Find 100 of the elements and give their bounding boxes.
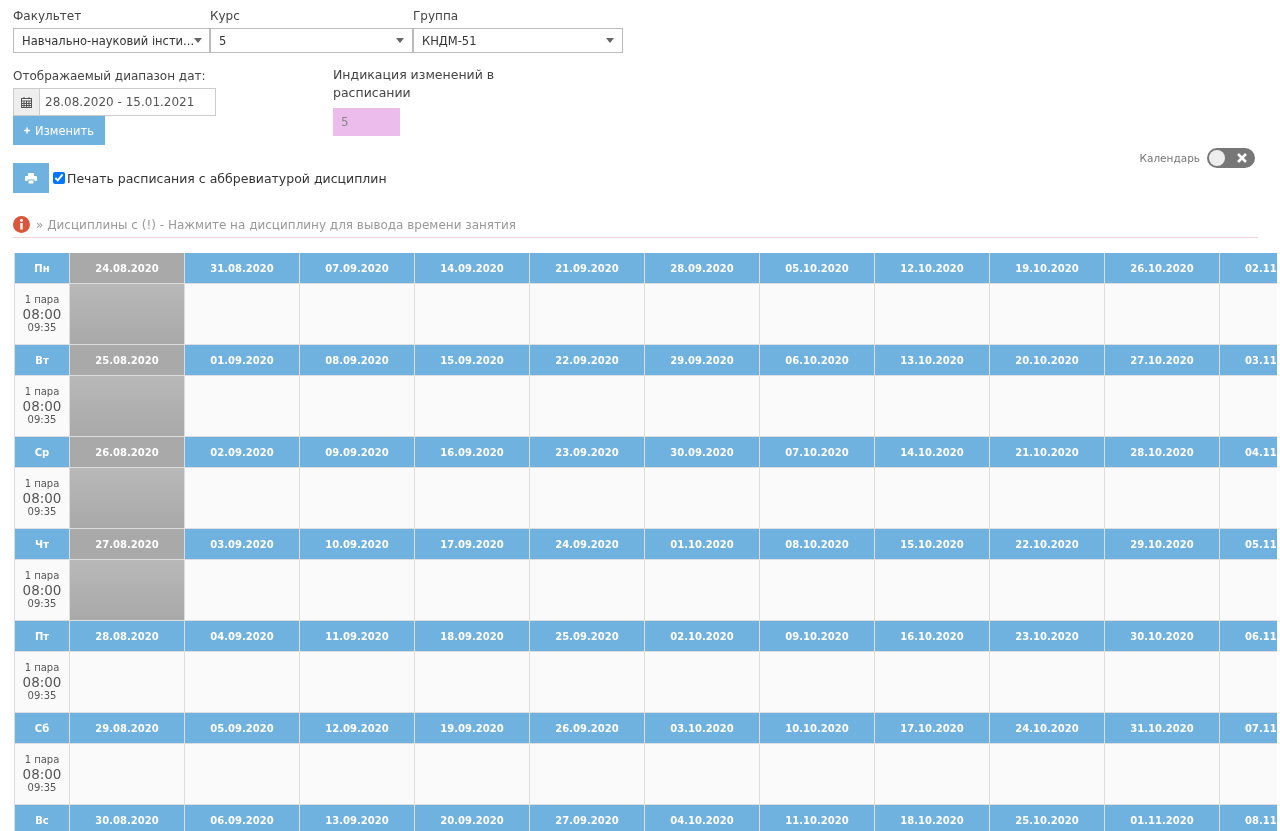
date-header: 05.11 xyxy=(1220,529,1277,560)
date-header: 31.10.2020 xyxy=(1105,713,1220,744)
date-header: 01.09.2020 xyxy=(185,345,300,376)
date-header: 07.09.2020 xyxy=(300,253,415,284)
time-slot: 1 пара 08:00 09:35 xyxy=(15,284,70,345)
dropdown[interactable]: КНДМ-51 xyxy=(413,28,623,53)
date-header: 18.09.2020 xyxy=(415,621,530,652)
date-header: 24.08.2020 xyxy=(70,253,185,284)
changes-indicator: 5 xyxy=(333,108,400,136)
day-header: Вс xyxy=(15,805,70,831)
close-icon xyxy=(1237,153,1247,163)
time-slot: 1 пара 08:00 09:35 xyxy=(15,560,70,621)
date-header: 27.08.2020 xyxy=(70,529,185,560)
calendar-icon xyxy=(21,96,32,108)
date-header: 29.08.2020 xyxy=(70,713,185,744)
checkbox-label: Печать расписания с аббревиатурой дисциплин xyxy=(67,170,387,186)
day-header: Вт xyxy=(15,345,70,376)
date-header: 11.10.2020 xyxy=(760,805,875,831)
time-slot: 1 пара 08:00 09:35 xyxy=(15,468,70,529)
date-header: 08.09.2020 xyxy=(300,345,415,376)
date-header: 19.09.2020 xyxy=(415,713,530,744)
date-header: 25.10.2020 xyxy=(990,805,1105,831)
date-header: 23.09.2020 xyxy=(530,437,645,468)
date-header: 19.10.2020 xyxy=(990,253,1105,284)
date-header: 10.10.2020 xyxy=(760,713,875,744)
calendar-switch[interactable] xyxy=(1207,148,1255,168)
date-header: 18.10.2020 xyxy=(875,805,990,831)
date-header: 30.08.2020 xyxy=(70,805,185,831)
date-header: 01.10.2020 xyxy=(645,529,760,560)
date-header: 07.11 xyxy=(1220,713,1277,744)
field-label: Факультет xyxy=(13,8,83,25)
time-slot: 1 пара 08:00 09:35 xyxy=(15,652,70,713)
date-header: 22.09.2020 xyxy=(530,345,645,376)
date-header: 27.10.2020 xyxy=(1105,345,1220,376)
date-header: 04.11 xyxy=(1220,437,1277,468)
day-header: Чт xyxy=(15,529,70,560)
date-header: 05.10.2020 xyxy=(760,253,875,284)
plus-icon xyxy=(24,126,31,135)
date-header: 02.10.2020 xyxy=(645,621,760,652)
day-header: Ср xyxy=(15,437,70,468)
print-checkbox[interactable] xyxy=(53,172,65,184)
print-button[interactable] xyxy=(13,163,49,193)
date-header: 24.10.2020 xyxy=(990,713,1105,744)
date-header: 16.10.2020 xyxy=(875,621,990,652)
date-header: 28.09.2020 xyxy=(645,253,760,284)
date-header: 22.10.2020 xyxy=(990,529,1105,560)
date-header: 25.09.2020 xyxy=(530,621,645,652)
time-slot: 1 пара 08:00 09:35 xyxy=(15,376,70,437)
date-header: 14.09.2020 xyxy=(415,253,530,284)
date-header: 26.08.2020 xyxy=(70,437,185,468)
date-header: 26.09.2020 xyxy=(530,713,645,744)
date-header: 20.09.2020 xyxy=(415,805,530,831)
info-icon xyxy=(13,216,30,233)
date-header: 09.10.2020 xyxy=(760,621,875,652)
dropdown[interactable]: 5 xyxy=(210,28,413,53)
date-header: 10.09.2020 xyxy=(300,529,415,560)
date-header: 05.09.2020 xyxy=(185,713,300,744)
date-header: 13.09.2020 xyxy=(300,805,415,831)
date-header: 13.10.2020 xyxy=(875,345,990,376)
day-header: Пт xyxy=(15,621,70,652)
dropdown[interactable]: Навчально-науковий інсти... xyxy=(13,28,210,53)
field-label: Курс xyxy=(210,8,241,25)
date-header: 01.11.2020 xyxy=(1105,805,1220,831)
date-header: 20.10.2020 xyxy=(990,345,1105,376)
date-header: 28.10.2020 xyxy=(1105,437,1220,468)
date-header: 06.11 xyxy=(1220,621,1277,652)
date-header: 07.10.2020 xyxy=(760,437,875,468)
date-header: 30.10.2020 xyxy=(1105,621,1220,652)
date-header: 21.10.2020 xyxy=(990,437,1105,468)
date-range-field[interactable]: 28.08.2020 - 15.01.2021 xyxy=(13,88,216,116)
day-header: Сб xyxy=(15,713,70,744)
date-header: 12.10.2020 xyxy=(875,253,990,284)
date-header: 02.11 xyxy=(1220,253,1277,284)
date-header: 03.09.2020 xyxy=(185,529,300,560)
printer-icon xyxy=(25,172,37,184)
date-header: 15.10.2020 xyxy=(875,529,990,560)
date-header: 04.09.2020 xyxy=(185,621,300,652)
info-text: » Дисциплины с (!) - Нажмите на дисциплину для вывода времени занятия xyxy=(36,217,517,232)
date-header: 08.11 xyxy=(1220,805,1277,831)
date-header: 25.08.2020 xyxy=(70,345,185,376)
date-header: 24.09.2020 xyxy=(530,529,645,560)
date-header: 29.09.2020 xyxy=(645,345,760,376)
date-header: 28.08.2020 xyxy=(70,621,185,652)
date-header: 31.08.2020 xyxy=(185,253,300,284)
day-header: Пн xyxy=(15,253,70,284)
date-header: 03.10.2020 xyxy=(645,713,760,744)
date-header: 15.09.2020 xyxy=(415,345,530,376)
date-header: 09.09.2020 xyxy=(300,437,415,468)
date-header: 30.09.2020 xyxy=(645,437,760,468)
date-header: 14.10.2020 xyxy=(875,437,990,468)
date-header: 23.10.2020 xyxy=(990,621,1105,652)
date-header: 08.10.2020 xyxy=(760,529,875,560)
date-header: 27.09.2020 xyxy=(530,805,645,831)
date-header: 17.10.2020 xyxy=(875,713,990,744)
date-header: 16.09.2020 xyxy=(415,437,530,468)
date-header: 04.10.2020 xyxy=(645,805,760,831)
date-header: 06.09.2020 xyxy=(185,805,300,831)
field-label: Группа xyxy=(413,8,460,25)
date-header: 11.09.2020 xyxy=(300,621,415,652)
caret-icon xyxy=(194,38,203,43)
